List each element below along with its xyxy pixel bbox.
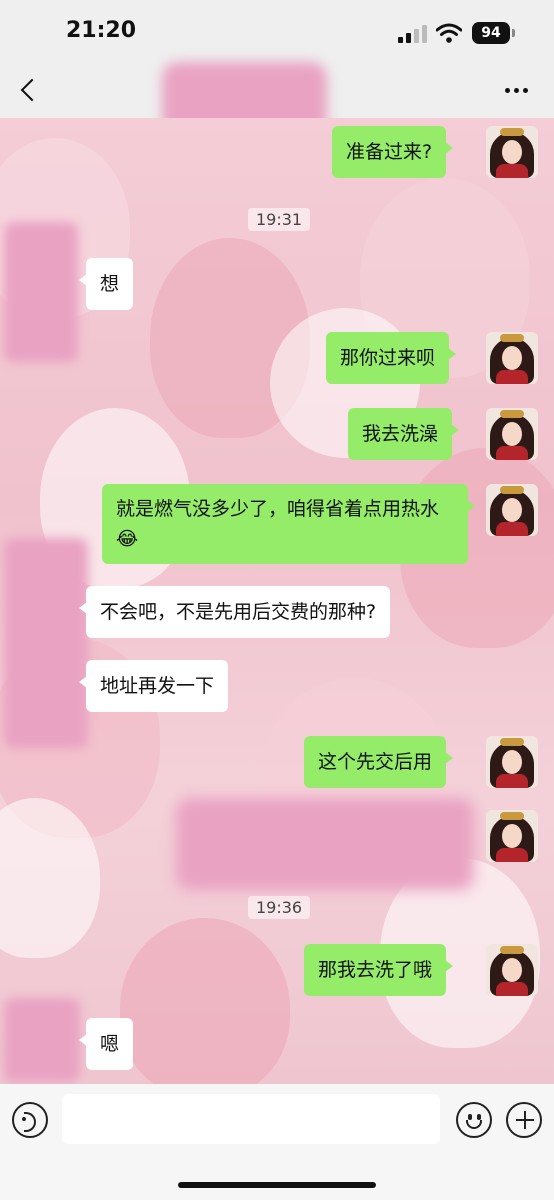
home-indicator [178,1182,376,1188]
chat-bubble-received[interactable]: 不会吧，不是先用后交费的那种? [78,586,391,638]
emoji-icon[interactable] [456,1102,492,1138]
chat-bubble-sent[interactable]: 就是燃气没多少了，咱得省着点用热水😂 [102,484,475,564]
cellular-signal-icon [398,25,428,43]
chat-bubble-sent[interactable]: 准备过来? [332,126,454,178]
more-dots-icon[interactable] [500,76,534,104]
chat-bubble-sent[interactable]: 那你过来呗 [326,332,457,384]
tulip-decoration [120,918,290,1084]
contact-avatar-redacted[interactable] [4,538,88,748]
plus-icon[interactable] [506,1102,542,1138]
my-avatar[interactable] [486,484,538,536]
message-text: 准备过来? [346,141,433,163]
message-timestamp: 19:36 [248,896,311,919]
message-text: 地址再发一下 [100,675,215,697]
wifi-icon [436,23,462,43]
status-time: 21:20 [66,18,137,43]
message-text: 我去洗澡 [362,423,439,445]
my-avatar[interactable] [486,810,538,862]
message-text: 那我去洗了哦 [318,959,433,981]
message-text: 就是燃气没多少了，咱得省着点用热水😂 [116,498,440,550]
message-text: 不会吧，不是先用后交费的那种? [100,601,377,623]
chat-bubble-received[interactable]: 嗯 [78,1018,134,1070]
message-text: 嗯 [100,1033,120,1055]
voice-icon[interactable] [12,1102,48,1138]
chat-header [0,62,554,140]
chat-bubble-received[interactable]: 地址再发一下 [78,660,229,712]
battery-icon: 94 [472,22,515,44]
my-avatar[interactable] [486,736,538,788]
my-avatar[interactable] [486,408,538,460]
chat-bubble-redacted[interactable] [176,798,474,890]
chat-bubble-sent[interactable]: 我去洗澡 [348,408,460,460]
my-avatar[interactable] [486,126,538,178]
chat-bubble-sent[interactable]: 这个先交后用 [304,736,454,788]
back-chevron-icon[interactable] [14,74,46,106]
message-timestamp: 19:31 [248,208,311,231]
contact-avatar-redacted[interactable] [4,222,78,362]
contact-avatar-redacted[interactable] [4,998,80,1082]
message-input-bar [0,1084,554,1200]
message-text: 这个先交后用 [318,751,433,773]
message-text: 那你过来呗 [340,347,436,369]
status-bar: 21:20 94 [0,0,554,62]
message-input[interactable] [62,1094,440,1144]
message-text: 想 [100,273,120,295]
my-avatar[interactable] [486,944,538,996]
chat-message-list[interactable]: 准备过来? 19:31 想 那你过来呗 我去洗澡 就是燃气没多少了，咱得省着点用… [0,118,554,1084]
my-avatar[interactable] [486,332,538,384]
chat-bubble-sent[interactable]: 那我去洗了哦 [304,944,454,996]
chat-bubble-received[interactable]: 想 [78,258,134,310]
